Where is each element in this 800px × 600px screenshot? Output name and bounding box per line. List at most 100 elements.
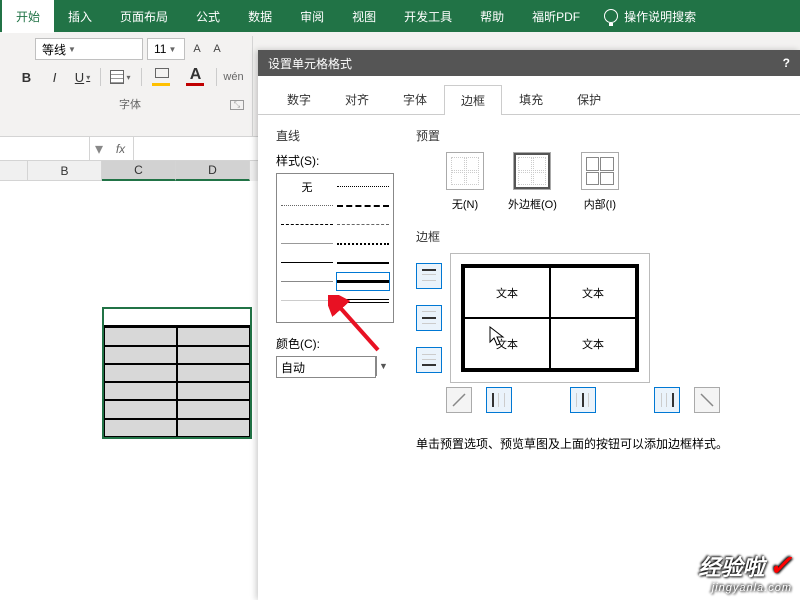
chevron-down-icon: ▼ bbox=[168, 45, 176, 54]
border-top-button[interactable] bbox=[416, 263, 442, 289]
preset-outline[interactable]: 外边框(O) bbox=[508, 152, 557, 212]
font-dialog-launcher[interactable]: ⤡ bbox=[230, 100, 244, 110]
font-name-value: 等线 bbox=[42, 41, 66, 58]
line-style-option[interactable] bbox=[337, 235, 389, 252]
ribbon-tab-view[interactable]: 视图 bbox=[338, 0, 390, 33]
line-style-option[interactable] bbox=[337, 254, 389, 271]
column-header-d[interactable]: D bbox=[176, 161, 250, 181]
ribbon-tab-home[interactable]: 开始 bbox=[2, 0, 54, 33]
name-box[interactable] bbox=[0, 137, 90, 160]
increase-font-button[interactable]: A bbox=[189, 38, 205, 60]
check-icon: ✓ bbox=[769, 549, 792, 582]
phonetic-button[interactable]: wén bbox=[223, 66, 245, 88]
preview-cell: 文本 bbox=[464, 318, 550, 369]
underline-button[interactable]: U▾ bbox=[72, 66, 94, 88]
tab-font[interactable]: 字体 bbox=[386, 84, 444, 114]
line-style-option[interactable] bbox=[337, 292, 389, 309]
border-middle-h-button[interactable] bbox=[416, 305, 442, 331]
line-style-option[interactable] bbox=[337, 197, 389, 214]
preview-cell: 文本 bbox=[550, 267, 636, 318]
line-style-option[interactable] bbox=[281, 254, 333, 271]
ribbon-tab-review[interactable]: 审阅 bbox=[286, 0, 338, 33]
line-style-option[interactable] bbox=[281, 197, 333, 214]
font-size-value: 11 bbox=[154, 42, 166, 56]
line-style-option[interactable] bbox=[281, 273, 333, 290]
color-label: 颜色(C): bbox=[276, 335, 396, 352]
fill-color-button[interactable] bbox=[148, 66, 176, 88]
line-style-none[interactable]: 无 bbox=[281, 178, 333, 195]
tab-number[interactable]: 数字 bbox=[270, 84, 328, 114]
preset-inside[interactable]: 内部(I) bbox=[581, 152, 619, 212]
chevron-down-icon: ▼ bbox=[68, 45, 76, 54]
line-style-option[interactable] bbox=[281, 292, 333, 309]
ribbon-tabs: 开始 插入 页面布局 公式 数据 审阅 视图 开发工具 帮助 福昕PDF 操作说… bbox=[0, 0, 800, 32]
color-select[interactable]: 自动 bbox=[276, 356, 376, 378]
font-name-select[interactable]: 等线 ▼ bbox=[35, 38, 143, 60]
line-style-option[interactable] bbox=[281, 235, 333, 252]
dialog-title: 设置单元格格式 bbox=[268, 55, 352, 72]
tab-protection[interactable]: 保护 bbox=[560, 84, 618, 114]
preset-outline-label: 外边框(O) bbox=[508, 196, 557, 212]
bucket-icon bbox=[155, 68, 169, 78]
border-right-button[interactable] bbox=[654, 387, 680, 413]
preset-none-icon bbox=[446, 152, 484, 190]
bold-button[interactable]: B bbox=[16, 66, 38, 88]
line-style-listbox[interactable]: 无 bbox=[276, 173, 394, 323]
tell-me-search[interactable]: 操作说明搜索 bbox=[604, 8, 696, 25]
style-label: 样式(S): bbox=[276, 152, 396, 169]
border-section-label: 边框 bbox=[416, 228, 782, 245]
border-diagonal-up-button[interactable] bbox=[446, 387, 472, 413]
font-group: 等线 ▼ 11 ▼ A A B I U▾ ▾ bbox=[8, 36, 253, 136]
font-color-button[interactable]: A bbox=[182, 66, 210, 88]
fx-button[interactable]: fx bbox=[108, 137, 134, 160]
column-header-b[interactable]: B bbox=[28, 161, 102, 181]
dialog-help-button[interactable]: ? bbox=[783, 56, 790, 70]
tab-border[interactable]: 边框 bbox=[444, 85, 502, 115]
ribbon-tab-data[interactable]: 数据 bbox=[234, 0, 286, 33]
line-style-option[interactable] bbox=[337, 216, 389, 233]
preset-section-label: 预置 bbox=[416, 127, 782, 144]
border-bottom-button[interactable] bbox=[416, 347, 442, 373]
watermark: 经验啦 ✓ jingyanla.com bbox=[699, 549, 792, 594]
format-cells-dialog: 设置单元格格式 ? 数字 对齐 字体 边框 填充 保护 直线 样式(S): 无 bbox=[258, 50, 800, 600]
line-style-option-selected[interactable] bbox=[337, 273, 389, 290]
column-header-c[interactable]: C bbox=[102, 161, 176, 181]
ribbon-tab-help[interactable]: 帮助 bbox=[466, 0, 518, 33]
lightbulb-icon bbox=[604, 9, 618, 23]
tab-alignment[interactable]: 对齐 bbox=[328, 84, 386, 114]
ribbon-tab-developer[interactable]: 开发工具 bbox=[390, 0, 466, 33]
color-value: 自动 bbox=[281, 359, 305, 376]
decrease-font-button[interactable]: A bbox=[209, 38, 225, 60]
italic-button[interactable]: I bbox=[44, 66, 66, 88]
dialog-tabs: 数字 对齐 字体 边框 填充 保护 bbox=[258, 76, 800, 115]
chevron-down-icon: ▾ bbox=[126, 73, 130, 82]
watermark-url: jingyanla.com bbox=[699, 582, 792, 594]
ribbon-tab-insert[interactable]: 插入 bbox=[54, 0, 106, 33]
line-section-label: 直线 bbox=[276, 127, 396, 144]
name-box-dropdown[interactable]: ▾ bbox=[90, 139, 108, 159]
preset-inside-label: 内部(I) bbox=[584, 196, 616, 212]
preview-cell: 文本 bbox=[464, 267, 550, 318]
border-middle-v-button[interactable] bbox=[570, 387, 596, 413]
select-all-button[interactable] bbox=[0, 161, 28, 181]
preset-inside-icon bbox=[581, 152, 619, 190]
tab-fill[interactable]: 填充 bbox=[502, 84, 560, 114]
preset-none[interactable]: 无(N) bbox=[446, 152, 484, 212]
watermark-brand: 经验啦 bbox=[699, 550, 765, 582]
line-style-option[interactable] bbox=[281, 216, 333, 233]
selected-range[interactable] bbox=[102, 307, 252, 439]
line-style-option[interactable] bbox=[337, 178, 389, 195]
ribbon-tab-formulas[interactable]: 公式 bbox=[182, 0, 234, 33]
border-left-button[interactable] bbox=[486, 387, 512, 413]
color-dropdown-button[interactable]: ▼ bbox=[376, 356, 390, 376]
preview-cell: 文本 bbox=[550, 318, 636, 369]
ribbon-tab-foxit[interactable]: 福昕PDF bbox=[518, 0, 594, 33]
border-preview[interactable]: 文本 文本 文本 文本 bbox=[450, 253, 650, 383]
font-size-select[interactable]: 11 ▼ bbox=[147, 38, 185, 60]
dialog-titlebar[interactable]: 设置单元格格式 ? bbox=[258, 50, 800, 76]
font-group-label: 字体 bbox=[119, 96, 141, 112]
borders-button[interactable]: ▾ bbox=[107, 66, 135, 88]
ribbon-tab-layout[interactable]: 页面布局 bbox=[106, 0, 182, 33]
border-diagonal-down-button[interactable] bbox=[694, 387, 720, 413]
tell-me-label: 操作说明搜索 bbox=[624, 8, 696, 25]
